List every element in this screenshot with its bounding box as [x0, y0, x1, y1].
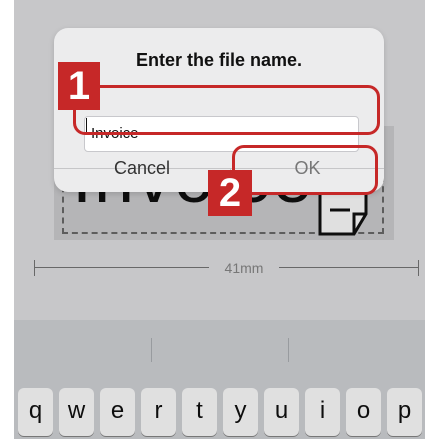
highlight-ok [232, 145, 378, 195]
callout-badge-1: 1 [58, 62, 100, 110]
dialog-title: Enter the file name. [135, 50, 303, 70]
highlight-input [73, 85, 380, 135]
right-margin [425, 0, 439, 439]
left-margin [0, 0, 14, 439]
cancel-button[interactable]: Cancel [54, 158, 230, 179]
callout-badge-2: 2 [208, 170, 252, 216]
